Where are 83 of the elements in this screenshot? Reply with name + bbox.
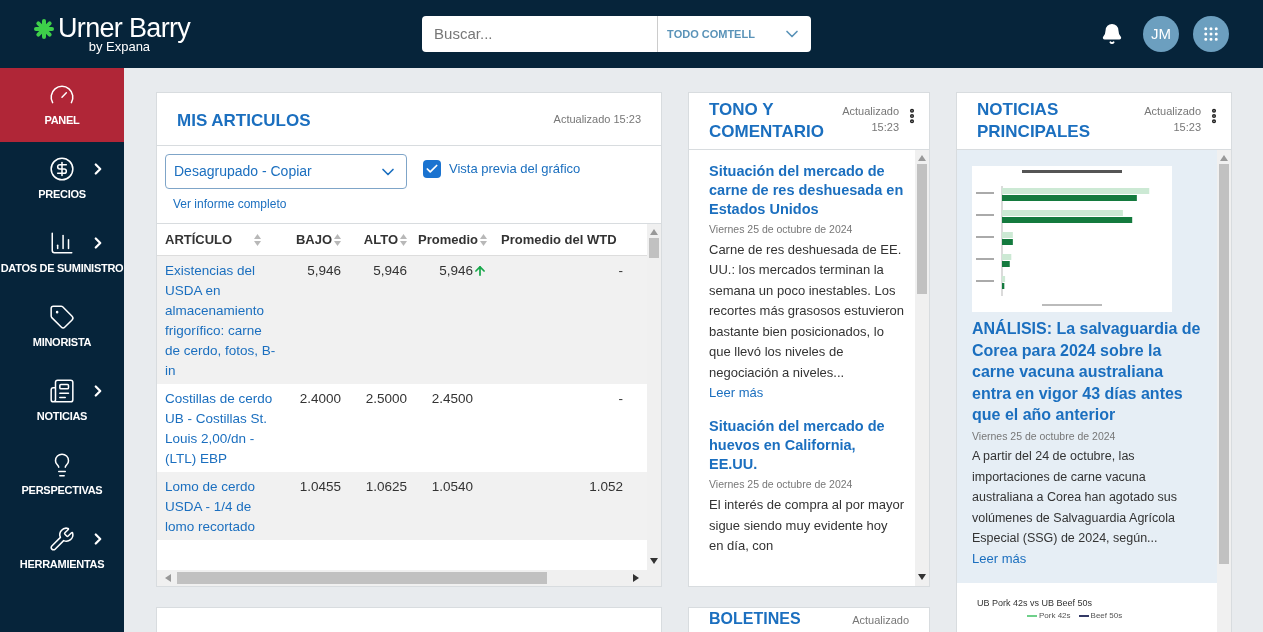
sort-icon[interactable]: [400, 232, 407, 247]
scroll-thumb[interactable]: [1219, 164, 1229, 564]
table-cell-text: -: [617, 262, 623, 280]
sort-icon[interactable]: [334, 232, 341, 247]
logo-tagline: by Expana: [88, 40, 151, 53]
read-more-link[interactable]: Leer más: [709, 383, 905, 404]
sidebar-item[interactable]: MINORISTA: [0, 290, 124, 364]
article-date: Viernes 25 de octubre de 2024: [709, 222, 854, 237]
legend-swatch: [1078, 615, 1089, 618]
scroll-down-icon[interactable]: [650, 556, 658, 564]
column-header[interactable]: Promedio: [418, 229, 478, 250]
scroll-left-icon[interactable]: [163, 574, 171, 582]
item-link[interactable]: Costillas de cerdo UB - Costillas St. Louis 2,00/dn - (LTL) EBP: [165, 389, 283, 469]
card-title: BOLETINES: [709, 610, 801, 628]
legend-label: Beef 50s: [1090, 610, 1123, 623]
tag-icon: [49, 303, 75, 330]
card-title: MIS ARTICULOS: [177, 110, 311, 132]
table-cell-text: 1.052: [588, 478, 623, 496]
logo-name: Urner Barry: [58, 15, 191, 42]
column-header[interactable]: ALTO: [363, 229, 398, 250]
table-cell-text: 5,946: [372, 262, 407, 280]
scroll-up-icon[interactable]: [650, 227, 658, 235]
updated-time: Actualizado 15:23: [553, 112, 641, 127]
dollar-icon: [49, 155, 75, 182]
article-title[interactable]: Situación del mercado de carne de res deshuesada en Estados Unidos: [709, 162, 905, 219]
scroll-thumb[interactable]: [917, 164, 927, 294]
notifications-icon[interactable]: [1101, 23, 1123, 45]
sidebar-item[interactable]: DATOS DE SUMINISTRO: [0, 216, 124, 290]
legend-swatch: [1027, 615, 1037, 618]
table-cell-text: 2.4000: [298, 390, 341, 408]
article-title[interactable]: Situación del mercado de huevos en California, EE.UU.: [709, 417, 905, 475]
table-cell-text: 5,946: [439, 262, 473, 280]
grouping-dropdown[interactable]: Desagrupado - Copiar: [165, 154, 407, 189]
table-cell-text: 5,946: [306, 262, 341, 280]
card-title: NOTICIAS PRINCIPALES: [977, 99, 1092, 143]
sidebar-item[interactable]: PANEL: [0, 68, 124, 142]
scrollbar[interactable]: [915, 150, 929, 586]
table-cell-text: 1.0540: [430, 478, 474, 496]
full-report-link[interactable]: Ver informe completo: [173, 195, 653, 213]
table-cell-text: 2.5000: [364, 390, 407, 408]
article-summary: A partir del 24 de octubre, las importaciones de carne vacuna australiana a Corea han agotado sus volúmenes de Salvaguardia Agrícola Especial (SSG) de 2024, según...: [972, 448, 1178, 548]
table-cell-text: 1.0455: [298, 478, 341, 496]
column-header[interactable]: Promedio del WTD: [501, 229, 617, 250]
scrollbar[interactable]: [1217, 150, 1231, 632]
article-title[interactable]: ANÁLISIS: La salvaguardia de Corea para 2024 sobre la carne vacuna australiana entra en vigor 43 días antes que el año anterior: [972, 318, 1202, 426]
article-summary: Carne de res deshuesada de EE. UU.: los mercados terminan la semana un poco inestables. Los recortes más grasosos estuvieron bastante bien posicionados, lo que llevó los niveles de negociación a niveles...: [709, 240, 905, 382]
item-link[interactable]: Existencias del USDA en almacenamiento frigorífico: carne de cerdo, fotos, B-in: [165, 261, 283, 381]
wrench-icon: [49, 525, 75, 552]
chart-title: UB Pork 42s vs UB Beef 50s: [977, 596, 1094, 610]
table-cell-text: 1.0625: [364, 478, 407, 496]
sidebar-item[interactable]: PERSPECTIVAS: [0, 438, 124, 512]
sort-icon[interactable]: [480, 232, 487, 247]
updated-time: Actualizado 15:23: [841, 104, 899, 135]
table-cell-text: 2.4500: [430, 390, 474, 408]
apps-button[interactable]: [1193, 16, 1229, 52]
sidebar-item[interactable]: NOTICIAS: [0, 364, 124, 438]
column-header[interactable]: BAJO: [295, 229, 332, 250]
search-field[interactable]: Buscar...: [422, 16, 658, 52]
logo-icon: [34, 18, 54, 39]
article-date: Viernes 25 de octubre de 2024: [709, 477, 854, 493]
scroll-thumb[interactable]: [177, 572, 547, 584]
article-summary: El interés de compra al por mayor sigue siendo muy evidente hoy en día, con: [709, 496, 905, 555]
search-scope-dropdown[interactable]: TODO COMTELL: [657, 16, 812, 52]
sidebar-item[interactable]: HERRAMIENTAS: [0, 512, 124, 586]
item-link[interactable]: Lomo de cerdo USDA - 1/4 de lomo recortado: [165, 477, 283, 537]
updated-time: Actualizado 15:23: [1143, 104, 1201, 135]
sidebar-item[interactable]: PRECIOS: [0, 142, 124, 216]
column-header[interactable]: ARTÍCULO: [165, 229, 233, 250]
updated-time: Actualizado: [852, 613, 909, 627]
legend-label: Pork 42s: [1039, 610, 1071, 623]
article-date: Viernes 25 de octubre de 2024: [972, 428, 1117, 444]
sort-icon[interactable]: [254, 232, 261, 247]
card-title: TONO Y COMENTARIO: [709, 99, 825, 143]
checkbox-label: Vista previa del gráfico: [449, 159, 581, 178]
newspaper-icon: [49, 377, 75, 404]
table-cell-text: -: [617, 390, 623, 408]
scroll-down-icon[interactable]: [918, 572, 926, 580]
scroll-thumb[interactable]: [649, 238, 659, 258]
scroll-up-icon[interactable]: [1220, 153, 1228, 161]
scroll-up-icon[interactable]: [918, 153, 926, 161]
horizontal-scrollbar[interactable]: [157, 570, 661, 586]
scroll-right-icon[interactable]: [633, 574, 641, 582]
read-more-link[interactable]: Leer más: [972, 548, 1202, 569]
